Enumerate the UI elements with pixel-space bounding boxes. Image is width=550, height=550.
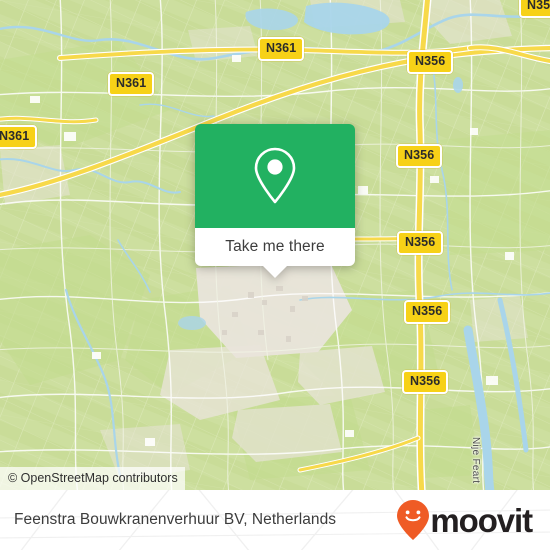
footer-bar: Feenstra Bouwkranenverhuur BV, Netherlan…: [0, 490, 550, 550]
popup-action-bar[interactable]: Take me there: [195, 228, 355, 278]
waterway-label: Nije Feart: [470, 437, 481, 484]
road-shield: N356: [519, 0, 550, 18]
moovit-map-screen: N361 N361 N361 N356 N356 N356 N356 N356 …: [0, 0, 550, 550]
road-shield: N356: [396, 144, 443, 168]
popup-hero: [195, 124, 355, 228]
road-shield: N356: [397, 231, 444, 255]
moovit-logo[interactable]: moovit: [396, 499, 536, 541]
map-attribution[interactable]: © OpenStreetMap contributors: [0, 467, 185, 490]
map-pin-icon: [254, 147, 296, 204]
place-popup-card[interactable]: Take me there: [195, 124, 355, 278]
take-me-there-label: Take me there: [225, 238, 325, 255]
moovit-smiling-pin-icon: [397, 500, 430, 540]
place-title: Feenstra Bouwkranenverhuur BV, Netherlan…: [14, 511, 337, 528]
road-shield: N356: [404, 300, 451, 324]
road-shield: N361: [108, 72, 155, 96]
road-shield: N361: [0, 125, 38, 149]
map-canvas[interactable]: N361 N361 N361 N356 N356 N356 N356 N356 …: [0, 0, 550, 490]
road-shield: N361: [258, 37, 305, 61]
popup-pointer-arrow: [262, 265, 288, 278]
road-shield: N356: [407, 50, 454, 74]
moovit-wordmark: moovit: [430, 501, 533, 539]
road-shield: N356: [402, 370, 449, 394]
